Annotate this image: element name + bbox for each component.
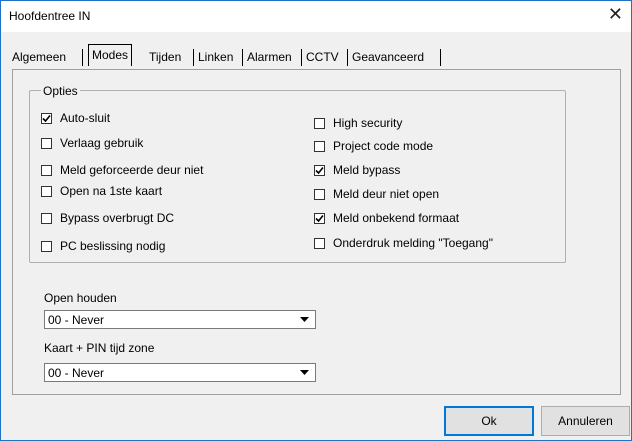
checkbox-label: Meld deur niet open <box>333 187 440 201</box>
tab-separator <box>193 49 194 66</box>
tab-cctv[interactable]: CCTV <box>304 48 341 66</box>
pin-zone-label: Kaart + PIN tijd zone <box>44 341 155 355</box>
checkbox-box[interactable] <box>314 117 325 129</box>
checkbox-label: Project code mode <box>333 139 434 153</box>
tab-algemeen[interactable]: Algemeen <box>10 48 68 66</box>
tab-separator <box>82 49 83 66</box>
checkbox-label: Auto-sluit <box>60 111 111 125</box>
checkbox-label: Open na 1ste kaart <box>60 184 163 198</box>
tab-separator <box>242 49 243 66</box>
tab-geavanceerd[interactable]: Geavanceerd <box>350 48 426 66</box>
open-houden-select[interactable]: 00 - Never <box>44 310 316 329</box>
checkbox-label: Meld bypass <box>333 163 401 177</box>
dialog-window: Hoofdentree IN ✕ Algemeen Modes Tijden L… <box>0 0 632 441</box>
checkbox-open-na-1ste-kaart[interactable]: Open na 1ste kaart <box>41 183 162 199</box>
checkbox-box[interactable] <box>314 140 325 152</box>
checkbox-box[interactable] <box>41 185 52 197</box>
checkbox-bypass-overbrugt-dc[interactable]: Bypass overbrugt DC <box>41 210 174 226</box>
checkbox-label: Meld onbekend formaat <box>333 211 460 225</box>
tab-linken[interactable]: Linken <box>196 48 235 66</box>
tab-alarmen[interactable]: Alarmen <box>245 48 294 66</box>
select-value: 00 - Never <box>48 313 105 327</box>
checkbox-box[interactable] <box>41 137 52 149</box>
checkbox-box[interactable] <box>41 240 52 252</box>
checkbox-box[interactable] <box>314 237 325 249</box>
checkbox-label: Meld geforceerde deur niet <box>60 163 204 177</box>
open-houden-label: Open houden <box>44 291 117 305</box>
checkbox-label: High security <box>333 116 403 130</box>
checkbox-high-security[interactable]: High security <box>314 115 402 131</box>
tab-tijden[interactable]: Tijden <box>147 48 183 66</box>
checkbox-box[interactable] <box>314 188 325 200</box>
pin-zone-select[interactable]: 00 - Never <box>44 363 316 382</box>
checkbox-label: Verlaag gebruik <box>60 136 144 150</box>
checkbox-label: Onderdruk melding "Toegang" <box>333 236 493 250</box>
checkbox-auto-sluit[interactable]: Auto-sluit <box>41 110 110 126</box>
tab-separator <box>301 49 302 66</box>
checkbox-label: Bypass overbrugt DC <box>60 211 175 225</box>
checkbox-box[interactable] <box>41 112 52 124</box>
checkbox-box[interactable] <box>41 212 52 224</box>
window-title: Hoofdentree IN <box>9 9 91 23</box>
checkbox-pc-beslissing-nodig[interactable]: PC beslissing nodig <box>41 238 165 254</box>
checkbox-label: PC beslissing nodig <box>60 239 166 253</box>
checkbox-meld-deur-niet-open[interactable]: Meld deur niet open <box>314 186 439 202</box>
options-legend: Opties <box>41 84 80 98</box>
tab-separator <box>347 49 348 66</box>
checkbox-box[interactable] <box>314 164 325 176</box>
checkbox-onderdruk-melding[interactable]: Onderdruk melding "Toegang" <box>314 235 493 251</box>
title-bar: Hoofdentree IN ✕ <box>1 1 631 32</box>
chevron-down-icon[interactable] <box>300 317 309 323</box>
cancel-button[interactable]: Annuleren <box>541 406 630 436</box>
tab-modes[interactable]: Modes <box>88 44 133 66</box>
checkbox-box[interactable] <box>41 164 52 176</box>
checkbox-box[interactable] <box>314 212 325 224</box>
tab-separator <box>440 49 441 66</box>
checkbox-verlaag-gebruik[interactable]: Verlaag gebruik <box>41 135 143 151</box>
chevron-down-icon[interactable] <box>300 370 309 376</box>
checkbox-project-code-mode[interactable]: Project code mode <box>314 138 433 154</box>
close-icon[interactable]: ✕ <box>608 5 623 23</box>
checkbox-meld-geforceerde-deur[interactable]: Meld geforceerde deur niet <box>41 162 203 178</box>
ok-button[interactable]: Ok <box>444 406 534 436</box>
checkbox-meld-onbekend-formaat[interactable]: Meld onbekend formaat <box>314 210 459 226</box>
select-value: 00 - Never <box>48 366 105 380</box>
checkbox-meld-bypass[interactable]: Meld bypass <box>314 162 400 178</box>
